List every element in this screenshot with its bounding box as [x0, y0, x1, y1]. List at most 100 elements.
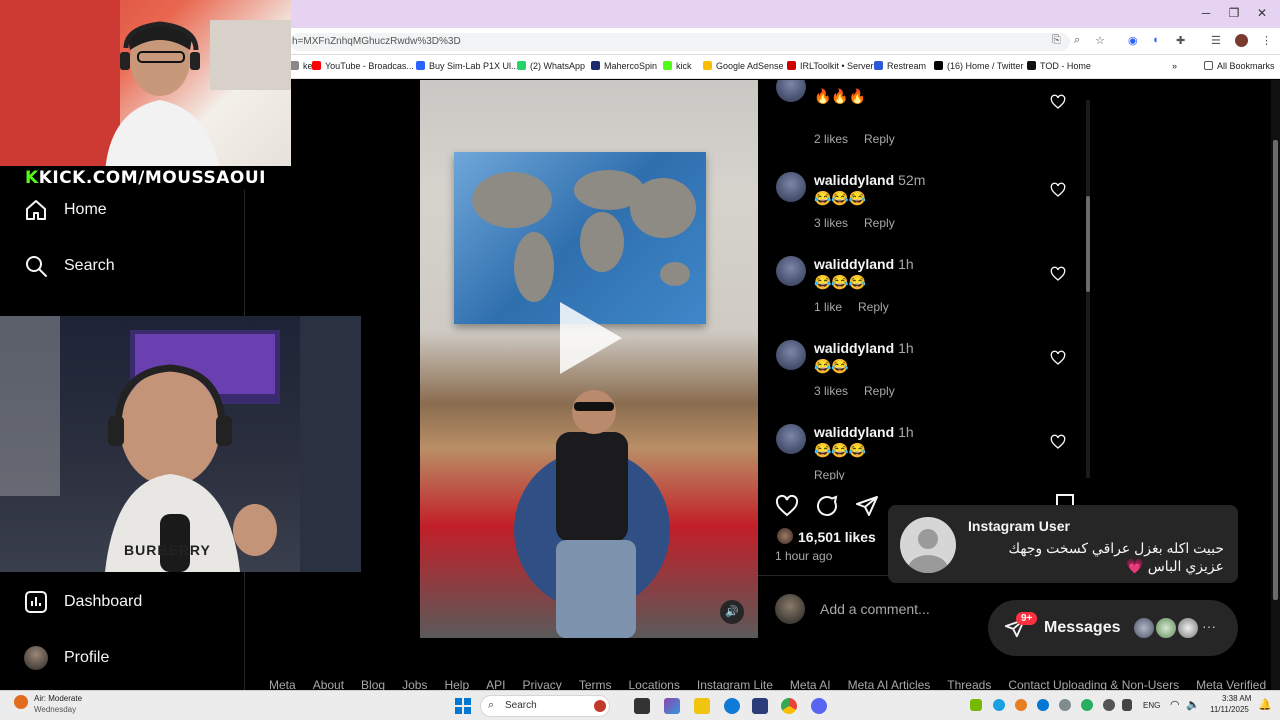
- comment-likes[interactable]: 2 likes: [814, 132, 848, 146]
- bookmark-item[interactable]: IRLToolkit • Server: [787, 61, 874, 71]
- tab-search-icon[interactable]: ☰: [1211, 34, 1221, 47]
- install-icon[interactable]: ⎘: [1052, 34, 1061, 47]
- message-notification[interactable]: Instagram User حبيت اكله بغزل عراقي كسخت…: [888, 505, 1238, 583]
- weather-icon[interactable]: [14, 695, 28, 709]
- bookmark-item[interactable]: YouTube - Broadcas...: [312, 61, 414, 71]
- tray-app-icon[interactable]: [1015, 699, 1027, 711]
- footer-link[interactable]: Jobs: [402, 678, 427, 690]
- sidebar-item-home[interactable]: Home: [24, 195, 107, 225]
- footer-link[interactable]: Terms: [579, 678, 612, 690]
- bookmark-item[interactable]: TOD - Home: [1027, 61, 1091, 71]
- likes-count[interactable]: 16,501 likes: [798, 529, 876, 545]
- chrome-icon[interactable]: [781, 698, 797, 714]
- footer-link[interactable]: Meta: [269, 678, 296, 690]
- footer-link[interactable]: Locations: [628, 678, 679, 690]
- usb-icon[interactable]: [1122, 699, 1132, 711]
- comment-like-heart-icon[interactable]: [1050, 182, 1066, 198]
- menu-icon[interactable]: ⋮: [1261, 34, 1272, 47]
- username-text[interactable]: waliddyland: [814, 424, 894, 440]
- edge-icon[interactable]: [724, 698, 740, 714]
- store-icon[interactable]: [752, 698, 768, 714]
- url-field[interactable]: h=MXFnZnhqMGhuczRwdw%3D%3D: [290, 33, 1070, 51]
- volume-icon[interactable]: 🔊: [720, 600, 744, 624]
- footer-link[interactable]: Meta Verified: [1196, 678, 1266, 690]
- footer-link[interactable]: About: [313, 678, 344, 690]
- bookmark-item[interactable]: Buy Sim-Lab P1X Ul...: [416, 61, 519, 71]
- reply-button[interactable]: Reply: [864, 384, 895, 398]
- footer-link[interactable]: Instagram Lite: [697, 678, 773, 690]
- reply-button[interactable]: Reply: [864, 216, 895, 230]
- footer-link[interactable]: Meta AI Articles: [848, 678, 931, 690]
- bookmark-item[interactable]: (16) Home / Twitter: [934, 61, 1023, 71]
- avatar[interactable]: [776, 80, 806, 102]
- speaker-icon[interactable]: 🔈: [1186, 698, 1200, 711]
- reply-button[interactable]: Reply: [864, 132, 895, 146]
- profile-avatar-icon[interactable]: [1235, 34, 1248, 47]
- puzzle-icon[interactable]: ✚: [1176, 34, 1185, 47]
- bookmark-item[interactable]: kick: [663, 61, 692, 71]
- comment-username[interactable]: waliddyland 1h: [814, 256, 914, 272]
- sidebar-item-profile[interactable]: Profile: [24, 643, 109, 673]
- avatar[interactable]: [776, 172, 806, 202]
- footer-link[interactable]: Help: [444, 678, 469, 690]
- username-text[interactable]: waliddyland: [814, 172, 894, 188]
- bookmark-item[interactable]: MahercoSpin: [591, 61, 657, 71]
- restore-button[interactable]: ❐: [1224, 6, 1244, 20]
- comment-like-heart-icon[interactable]: [1050, 434, 1066, 450]
- avatar[interactable]: [776, 340, 806, 370]
- tray-app-icon[interactable]: [1103, 699, 1115, 711]
- all-bookmarks-button[interactable]: All Bookmarks: [1204, 61, 1275, 71]
- reply-button[interactable]: Reply: [858, 300, 889, 314]
- comment-username[interactable]: waliddyland 1h: [814, 424, 914, 440]
- post-timestamp[interactable]: 1 hour ago: [775, 549, 832, 563]
- footer-link[interactable]: Privacy: [522, 678, 561, 690]
- footer-link[interactable]: API: [486, 678, 505, 690]
- comment-likes[interactable]: 3 likes: [814, 384, 848, 398]
- minimize-button[interactable]: ─: [1196, 6, 1216, 20]
- windows-start-icon[interactable]: [455, 698, 471, 714]
- tray-app-icon[interactable]: [993, 699, 1005, 711]
- audio-extension-icon[interactable]: ◖: [1152, 34, 1159, 46]
- comment-icon[interactable]: [815, 494, 839, 518]
- nvidia-icon[interactable]: [970, 699, 982, 711]
- play-button[interactable]: [560, 302, 622, 374]
- bookmark-item[interactable]: Google AdSense: [703, 61, 784, 71]
- avatar[interactable]: [776, 256, 806, 286]
- clock-date[interactable]: 11/11/2025: [1210, 705, 1249, 714]
- footer-link[interactable]: Threads: [947, 678, 991, 690]
- username-text[interactable]: waliddyland: [814, 256, 894, 272]
- footer-link[interactable]: Meta AI: [790, 678, 831, 690]
- star-icon[interactable]: ☆: [1095, 34, 1105, 47]
- tray-app-icon[interactable]: [1081, 699, 1093, 711]
- bluetooth-icon[interactable]: [1037, 699, 1049, 711]
- reply-button[interactable]: Reply: [814, 468, 845, 480]
- like-heart-icon[interactable]: [775, 494, 799, 518]
- bookmark-item[interactable]: Restream: [874, 61, 926, 71]
- bookmark-item[interactable]: (2) WhatsApp: [517, 61, 585, 71]
- messages-button[interactable]: 9+ Messages ···: [988, 600, 1238, 656]
- bookmarks-overflow-icon[interactable]: »: [1172, 61, 1177, 71]
- footer-link[interactable]: Contact Uploading & Non-Users: [1008, 678, 1179, 690]
- language-indicator[interactable]: ENG: [1143, 701, 1160, 710]
- close-button[interactable]: ✕: [1252, 6, 1272, 20]
- task-view-icon[interactable]: [634, 698, 650, 714]
- add-comment-input[interactable]: Add a comment...: [820, 601, 930, 617]
- sidebar-item-search[interactable]: Search: [24, 251, 115, 281]
- share-icon[interactable]: [855, 494, 879, 518]
- sidebar-item-dashboard[interactable]: Dashboard: [24, 587, 142, 617]
- comment-like-heart-icon[interactable]: [1050, 350, 1066, 366]
- comment-username[interactable]: waliddyland 1h: [814, 340, 914, 356]
- file-explorer-icon[interactable]: [694, 698, 710, 714]
- notification-bell-icon[interactable]: 🔔: [1258, 698, 1272, 711]
- discord-icon[interactable]: [811, 698, 827, 714]
- username-text[interactable]: waliddyland: [814, 340, 894, 356]
- extension-icon[interactable]: ◉: [1128, 34, 1138, 47]
- weather-title[interactable]: Air: Moderate: [34, 694, 82, 703]
- footer-link[interactable]: Blog: [361, 678, 385, 690]
- comments-scrollbar[interactable]: [1085, 100, 1091, 478]
- comment-likes[interactable]: 3 likes: [814, 216, 848, 230]
- page-scrollbar[interactable]: [1271, 80, 1280, 690]
- post-video[interactable]: 🔊: [420, 80, 758, 638]
- clock-time[interactable]: 3:38 AM: [1222, 694, 1251, 703]
- comment-username[interactable]: waliddyland 52m: [814, 172, 925, 188]
